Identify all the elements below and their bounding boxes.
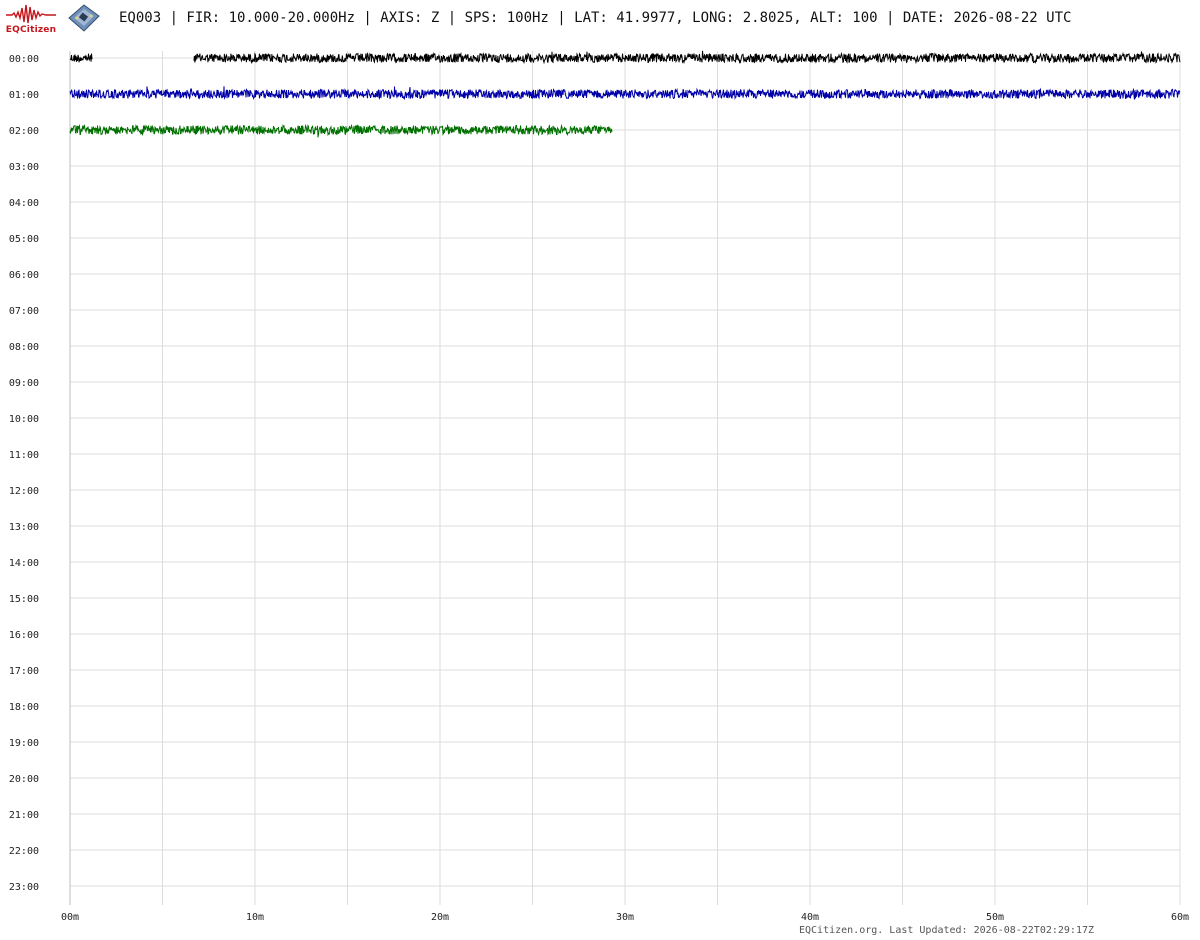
y-tick-label: 21:00 [9, 810, 39, 821]
y-tick-label: 08:00 [9, 342, 39, 353]
x-tick-label: 30m [616, 912, 634, 923]
y-tick-label: 05:00 [9, 234, 39, 245]
trace-0000-segment [193, 50, 1181, 65]
y-tick-label: 17:00 [9, 666, 39, 677]
y-tick-label: 11:00 [9, 450, 39, 461]
y-tick-label: 12:00 [9, 486, 39, 497]
y-tick-label: 02:00 [9, 126, 39, 137]
x-tick-label: 20m [431, 912, 449, 923]
y-tick-label: 23:00 [9, 882, 39, 893]
trace-0000-segment [69, 53, 93, 63]
y-tick-label: 09:00 [9, 378, 39, 389]
y-tick-label: 07:00 [9, 306, 39, 317]
y-tick-label: 04:00 [9, 198, 39, 209]
y-tick-label: 00:00 [9, 54, 39, 65]
y-tick-label: 14:00 [9, 558, 39, 569]
x-tick-label: 40m [801, 912, 819, 923]
y-tick-label: 16:00 [9, 630, 39, 641]
y-tick-label: 13:00 [9, 522, 39, 533]
y-tick-label: 10:00 [9, 414, 39, 425]
last-updated-footer: EQCitizen.org. Last Updated: 2026-08-22T… [799, 925, 1095, 936]
x-tick-label: 10m [246, 912, 264, 923]
y-tick-label: 22:00 [9, 846, 39, 857]
trace-0200-segment [69, 123, 613, 138]
y-tick-label: 06:00 [9, 270, 39, 281]
y-tick-label: 15:00 [9, 594, 39, 605]
helicorder-plot: 00:00 01:00 02:00 03:00 04:00 05:00 06:00 07:00… [9, 50, 1189, 923]
x-tick-label: 00m [61, 912, 79, 923]
y-tick-label: 20:00 [9, 774, 39, 785]
y-tick-label: 03:00 [9, 162, 39, 173]
y-tick-label: 19:00 [9, 738, 39, 749]
y-tick-label: 01:00 [9, 90, 39, 101]
y-tick-label: 18:00 [9, 702, 39, 713]
x-tick-label: 50m [986, 912, 1004, 923]
x-tick-label: 60m [1171, 912, 1189, 923]
